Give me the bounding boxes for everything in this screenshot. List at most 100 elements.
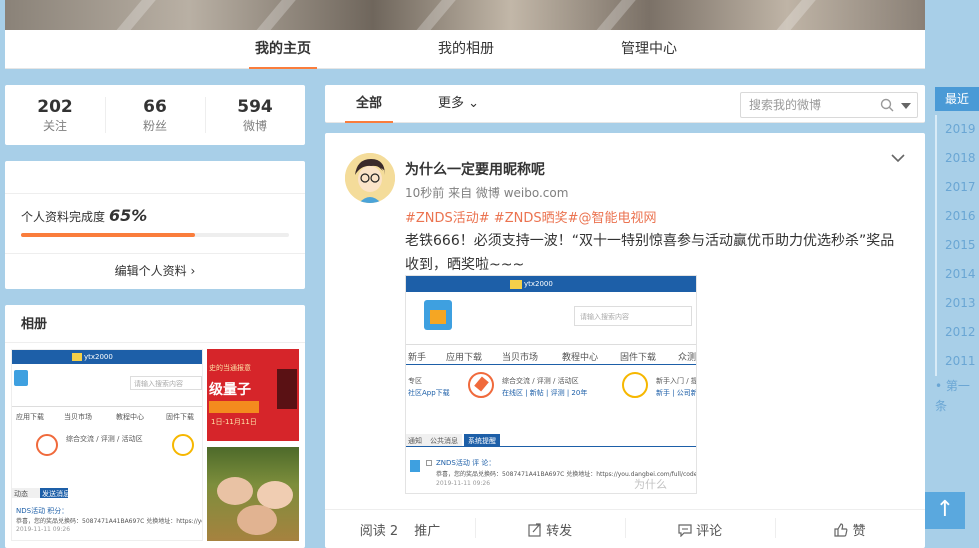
stat-posts[interactable]: 594 微博	[205, 85, 305, 145]
thumb1-menu-4: 固件下载	[166, 413, 194, 421]
thumb2-line1: 史的当通报意	[209, 364, 251, 372]
back-to-top-button[interactable]: ↑	[925, 492, 965, 529]
dropdown-arrow-icon[interactable]	[901, 103, 911, 109]
thumb1-tab-1: 动态	[14, 490, 28, 498]
tab-my-album[interactable]: 我的相册	[434, 30, 498, 69]
post-image[interactable]: ytx2000 请输入搜索内容 新手 应用下载 当贝市场 教程中心 固件下载 众…	[405, 275, 697, 494]
timeline-2016[interactable]: 2016	[935, 202, 979, 231]
album-thumb-2[interactable]: 史的当通报意 级量子 1日-11月11日	[207, 349, 299, 441]
post-actions: 阅读 2 推广 转发 评论 赞	[325, 509, 925, 548]
read-label: 阅读	[359, 523, 386, 539]
timeline-2011[interactable]: 2011	[935, 347, 979, 376]
timeline-2013[interactable]: 2013	[935, 289, 979, 318]
thumb2-line2: 级量子	[209, 382, 251, 398]
timeline-2014[interactable]: 2014	[935, 260, 979, 289]
edit-profile-label: 编辑个人资料	[114, 264, 187, 278]
followers-label: 粉丝	[142, 119, 167, 133]
repost-label: 转发	[546, 523, 573, 539]
completion-label: 个人资料完成度	[21, 210, 106, 224]
img-right-sub: 新手 | 公司新闻	[656, 389, 696, 397]
following-count: 202	[37, 97, 73, 117]
cover-banner	[5, 0, 925, 30]
img-category-links: 在线区 | 新帖 | 评测 | 20年	[502, 389, 588, 397]
arrow-up-icon: ↑	[935, 497, 955, 522]
feed-filter-bar: 全部 更多 ⌄	[325, 85, 925, 123]
followers-count: 66	[143, 97, 167, 117]
like-button[interactable]: 赞	[775, 517, 925, 539]
search-icon[interactable]	[880, 98, 894, 112]
timeline-first-post[interactable]: • 第一条	[935, 376, 979, 413]
timeline-2015[interactable]: 2015	[935, 231, 979, 260]
completion-text: 个人资料完成度 65%	[21, 206, 147, 225]
thumb1-notice-date: 2019-11-11 09:26	[16, 526, 71, 533]
tab-more[interactable]: 更多 ⌄	[438, 85, 486, 123]
img-menu-4: 教程中心	[562, 353, 599, 363]
feed-post: 为什么一定要用昵称呢 10秒前 来自 微博 weibo.com #ZNDS活动#…	[325, 133, 925, 548]
following-label: 关注	[42, 119, 67, 133]
stat-following[interactable]: 202 关注	[5, 85, 105, 145]
img-left-section: 专区	[408, 377, 422, 385]
read-count-value: 2	[389, 523, 399, 539]
timeline-recent[interactable]: 最近	[935, 87, 979, 111]
img-menu-6: 众测	[678, 353, 697, 363]
timeline-2018[interactable]: 2018	[935, 144, 979, 173]
chevron-right-icon: ›	[190, 264, 196, 278]
post-hashtags[interactable]: #ZNDS活动# #ZNDS晒奖#@智能电视网	[405, 207, 657, 226]
completion-percent: 65%	[109, 206, 148, 225]
album-thumb-1[interactable]: ytx2000 请输入搜索内容 应用下载 当贝市场 教程中心 固件下载 综合交流…	[11, 349, 203, 541]
thumb1-user: ytx2000	[84, 353, 113, 361]
thumb1-menu-1: 应用下载	[16, 413, 44, 421]
thumb1-category: 综合交流 / 评测 / 活动区	[66, 435, 143, 443]
chevron-down-icon[interactable]	[891, 154, 905, 163]
img-notice-date: 2019-11-11 09:26	[436, 480, 491, 487]
img-search: 请输入搜索内容	[580, 313, 629, 321]
completion-progress-fill	[21, 233, 196, 237]
album-thumb-3[interactable]	[207, 447, 299, 541]
img-watermark: 为什么	[634, 478, 667, 491]
edit-profile-link[interactable]: 编辑个人资料 ›	[5, 253, 305, 289]
timeline-2017[interactable]: 2017	[935, 173, 979, 202]
thumb1-tab-2: 发送消息	[42, 490, 70, 498]
img-tab-2: 公共消息	[430, 437, 458, 445]
album-card: 相册 ytx2000 请输入搜索内容 应用下载 当贝市场 教程中心 固件下载 综…	[5, 305, 305, 548]
tab-more-label: 更多	[438, 96, 465, 111]
posts-count: 594	[237, 97, 273, 117]
profile-completion-card: 个人资料完成度 65% 编辑个人资料 ›	[5, 161, 305, 289]
thumbs-up-icon	[834, 522, 848, 537]
img-right-section: 新手入门 / 提问	[656, 377, 696, 385]
timeline-2019[interactable]: 2019	[935, 115, 979, 144]
img-menu-3: 当贝市场	[502, 353, 539, 363]
img-category: 综合交流 / 评测 / 活动区	[502, 377, 579, 385]
stat-followers[interactable]: 66 粉丝	[105, 85, 205, 145]
post-text: 老铁666！必须支持一波！“双十一特别惊喜参与活动赢优币助力优选秒杀”奖品收到，…	[405, 233, 895, 273]
img-tab-1: 通知	[408, 437, 422, 445]
comment-label: 评论	[696, 523, 723, 539]
chevron-down-icon: ⌄	[468, 96, 480, 111]
comment-icon	[678, 523, 692, 537]
read-count: 阅读 2 推广	[325, 520, 475, 539]
thumb1-menu-3: 教程中心	[116, 413, 144, 421]
thumb1-notice-text: 恭喜，您的奖品兑换码：5087471A41BA697C 兑换地址：https:/…	[16, 518, 203, 525]
avatar[interactable]	[345, 153, 395, 203]
like-label: 赞	[852, 523, 866, 539]
thumb1-menu-2: 当贝市场	[64, 413, 92, 421]
tab-all[interactable]: 全部	[345, 85, 393, 123]
year-timeline: 最近 2019 2018 2017 2016 2015 2014 2013 20…	[935, 87, 979, 413]
tab-admin-center[interactable]: 管理中心	[617, 30, 681, 69]
promote-button[interactable]: 推广	[414, 524, 440, 539]
thumb2-line3: 1日-11月11日	[211, 418, 257, 426]
timeline-2012[interactable]: 2012	[935, 318, 979, 347]
repost-button[interactable]: 转发	[475, 517, 625, 539]
post-meta: 10秒前 来自 微博 weibo.com	[405, 186, 569, 200]
search-input[interactable]	[741, 93, 871, 117]
repost-icon	[528, 522, 541, 537]
profile-nav: 我的主页 我的相册 管理中心	[5, 30, 925, 69]
img-user: ytx2000	[524, 280, 553, 288]
thumb1-search: 请输入搜索内容	[134, 380, 183, 388]
completion-progress-bar	[21, 233, 289, 237]
post-author[interactable]: 为什么一定要用昵称呢	[405, 159, 545, 179]
img-menu-1: 新手	[408, 353, 427, 363]
img-left-sub: 社区App下载	[408, 389, 450, 397]
comment-button[interactable]: 评论	[625, 517, 775, 539]
tab-my-home[interactable]: 我的主页	[249, 30, 317, 69]
